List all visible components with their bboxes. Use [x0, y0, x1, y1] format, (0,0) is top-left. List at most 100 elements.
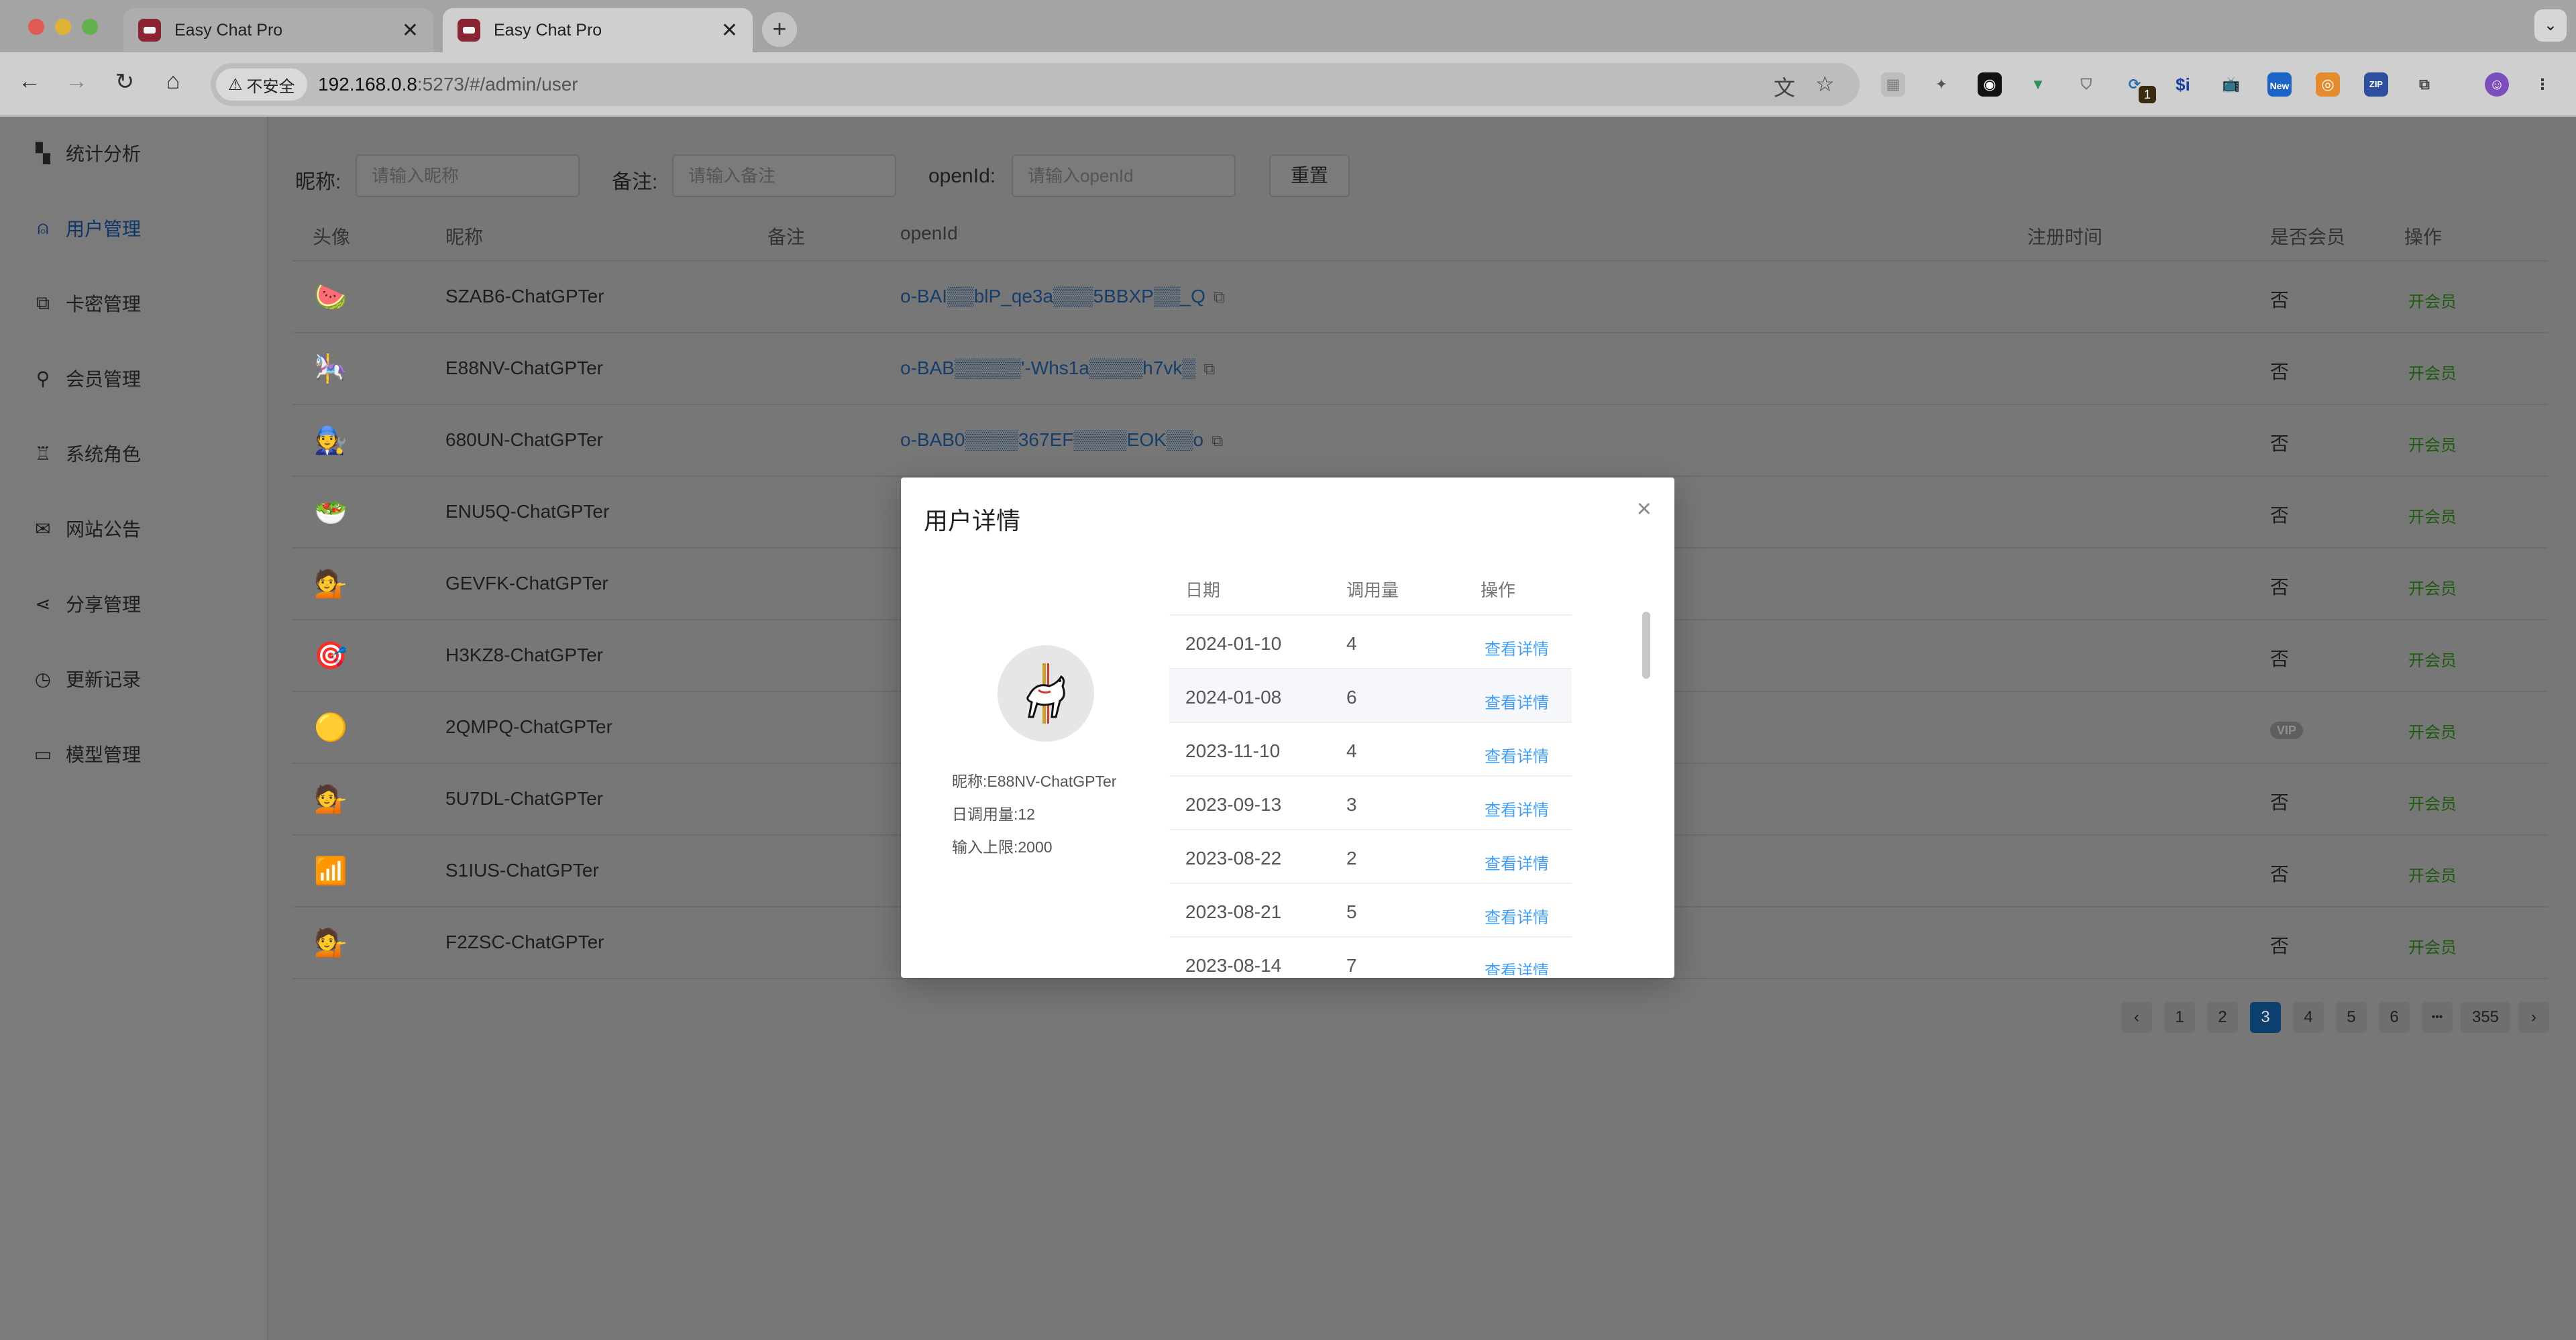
open-membership-link[interactable]: 开会员 [2408, 862, 2457, 886]
sidebar-item-label: 卡密管理 [66, 294, 142, 315]
sidebar-item-models[interactable]: ▭ 模型管理 [0, 727, 268, 781]
extension-sparkle-icon[interactable]: ✦ [1929, 72, 1953, 97]
open-membership-link[interactable]: 开会员 [2408, 934, 2457, 958]
openid-cell[interactable]: o-BAI▒▒blP_qe3a▒▒▒5BBXP▒▒_Q ⧉ [900, 286, 1225, 307]
column-header-registered: 注册时间 [2027, 227, 2103, 247]
forward-icon[interactable]: → [60, 68, 93, 95]
openid-filter-input[interactable] [1012, 154, 1236, 197]
extension-zip-icon[interactable]: ZIP [2364, 72, 2388, 97]
back-icon[interactable]: ← [13, 68, 46, 95]
clock-icon: ◷ [34, 668, 52, 689]
sidebar-item-label: 网站公告 [66, 519, 142, 540]
dialog-scrollbar[interactable] [1642, 612, 1650, 679]
home-icon[interactable]: ⌂ [157, 68, 189, 95]
input-limit-label: 输入上限: [952, 838, 1018, 856]
sidebar-item-members[interactable]: ⚲ 会员管理 [0, 351, 268, 405]
copy-icon[interactable]: ⧉ [1214, 288, 1225, 306]
extension-orange-icon[interactable]: ◎ [2316, 72, 2340, 97]
vue-devtools-icon[interactable]: ▼ [2026, 72, 2050, 97]
sidebar-item-changelog[interactable]: ◷ 更新记录 [0, 652, 268, 706]
translate-icon[interactable]: 文 [1774, 71, 1795, 102]
copy-icon[interactable]: ⧉ [1212, 432, 1223, 450]
sidebar-item-users[interactable]: ⍝ 用户管理 [0, 201, 268, 255]
open-membership-link[interactable]: 开会员 [2408, 360, 2457, 384]
close-icon[interactable]: ✕ [721, 19, 738, 42]
extension-dollar-icon[interactable]: $i [2171, 72, 2195, 97]
tab-search-button[interactable]: ⌄ [2534, 9, 2567, 42]
mail-icon: ✉ [35, 518, 51, 539]
member-status: 否 [2270, 505, 2290, 526]
view-details-link[interactable]: 查看详情 [1485, 743, 1549, 767]
column-header-action: 操作 [1481, 580, 1516, 600]
page-button-4[interactable]: 4 [2293, 1002, 2324, 1033]
page-button-2[interactable]: 2 [2207, 1002, 2238, 1033]
sidebar-item-label: 分享管理 [66, 594, 142, 615]
zoom-window-button[interactable] [82, 19, 98, 35]
extensions-puzzle-icon[interactable]: ⧉ [2412, 72, 2436, 97]
sidebar-item-cards[interactable]: ⧉ 卡密管理 [0, 276, 268, 330]
next-page-button[interactable]: › [2518, 1002, 2549, 1033]
extension-shield-icon[interactable]: ⛉ [2074, 72, 2098, 97]
bookmark-star-icon[interactable]: ☆ [1815, 71, 1835, 97]
sidebar-item-label: 用户管理 [66, 219, 142, 239]
url-text[interactable]: 192.168.0.8:5273/#/admin/user [318, 74, 578, 95]
security-indicator[interactable]: ⚠ 不安全 [216, 68, 307, 101]
nickname-filter-input[interactable] [356, 154, 580, 197]
browser-menu-icon[interactable]: ⋮ [2530, 72, 2555, 97]
sidebar-item-stats[interactable]: ▚ 统计分析 [0, 126, 268, 180]
extension-grid-icon[interactable]: ▦ [1881, 72, 1905, 97]
date-cell: 2023-11-10 [1185, 740, 1281, 761]
open-membership-link[interactable]: 开会员 [2408, 647, 2457, 671]
role-icon: ♖ [34, 443, 52, 464]
openid-cell[interactable]: o-BAB▒▒▒▒▒'-Whs1a▒▒▒▒h7vk▒ ⧉ [900, 357, 1215, 379]
page-button-6[interactable]: 6 [2379, 1002, 2410, 1033]
table-row: 2023-08-14 7 查看详情 [1169, 938, 1572, 975]
page-button-1[interactable]: 1 [2164, 1002, 2195, 1033]
open-membership-link[interactable]: 开会员 [2408, 791, 2457, 814]
date-cell: 2024-01-08 [1185, 687, 1282, 708]
sidebar-item-roles[interactable]: ♖ 系统角色 [0, 427, 268, 480]
page-button-last[interactable]: 355 [2461, 1002, 2510, 1033]
sidebar-item-notices[interactable]: ✉ 网站公告 [0, 502, 268, 555]
sidebar-item-label: 更新记录 [66, 669, 142, 690]
browser-tab-1[interactable]: Easy Chat Pro ✕ [123, 8, 433, 52]
view-details-link[interactable]: 查看详情 [1485, 958, 1549, 975]
address-bar[interactable]: ⚠ 不安全 192.168.0.8:5273/#/admin/user 文 ☆ [211, 63, 1860, 106]
extension-new-icon[interactable]: New [2267, 72, 2292, 97]
open-membership-link[interactable]: 开会员 [2408, 719, 2457, 742]
prev-page-button[interactable]: ‹ [2121, 1002, 2152, 1033]
sidebar-item-share[interactable]: ⋖ 分享管理 [0, 577, 268, 630]
more-pages-button[interactable]: ••• [2422, 1002, 2453, 1033]
view-details-link[interactable]: 查看详情 [1485, 689, 1549, 713]
profile-avatar-icon[interactable]: ☺ [2485, 72, 2509, 97]
reset-button[interactable]: 重置 [1269, 154, 1350, 197]
reload-icon[interactable]: ↻ [109, 68, 141, 95]
open-membership-link[interactable]: 开会员 [2408, 575, 2457, 599]
open-membership-link[interactable]: 开会员 [2408, 504, 2457, 527]
view-details-link[interactable]: 查看详情 [1485, 904, 1549, 928]
browser-tab-2[interactable]: Easy Chat Pro ✕ [443, 8, 753, 52]
nickname-cell: E88NV-ChatGPTer [445, 357, 603, 378]
nickname-cell: S1IUS-ChatGPTer [445, 860, 599, 881]
close-icon[interactable]: × [1637, 495, 1652, 524]
extension-mask-icon[interactable]: ◉ [1978, 72, 2002, 97]
view-details-link[interactable]: 查看详情 [1485, 636, 1549, 659]
remark-filter-input[interactable] [672, 154, 896, 197]
copy-icon[interactable]: ⧉ [1203, 360, 1215, 378]
daily-usage-info: 日调用量:12 [952, 801, 1035, 824]
nickname-cell: ENU5Q-ChatGPTer [445, 501, 610, 522]
close-icon[interactable]: ✕ [402, 19, 419, 42]
minimize-window-button[interactable] [55, 19, 71, 35]
extension-tv-icon[interactable]: 📺 [2219, 72, 2243, 97]
page-button-5[interactable]: 5 [2336, 1002, 2367, 1033]
page-button-3[interactable]: 3 [2250, 1002, 2281, 1033]
close-window-button[interactable] [28, 19, 44, 35]
view-details-link[interactable]: 查看详情 [1485, 797, 1549, 820]
view-details-link[interactable]: 查看详情 [1485, 850, 1549, 874]
new-tab-button[interactable]: + [762, 12, 797, 47]
openid-cell[interactable]: o-BAB0▒▒▒▒367EF▒▒▒▒EOK▒▒o ⧉ [900, 429, 1223, 451]
dialog-title: 用户详情 [924, 507, 1021, 535]
open-membership-link[interactable]: 开会员 [2408, 432, 2457, 455]
open-membership-link[interactable]: 开会员 [2408, 288, 2457, 312]
date-cell: 2023-08-21 [1185, 901, 1282, 922]
